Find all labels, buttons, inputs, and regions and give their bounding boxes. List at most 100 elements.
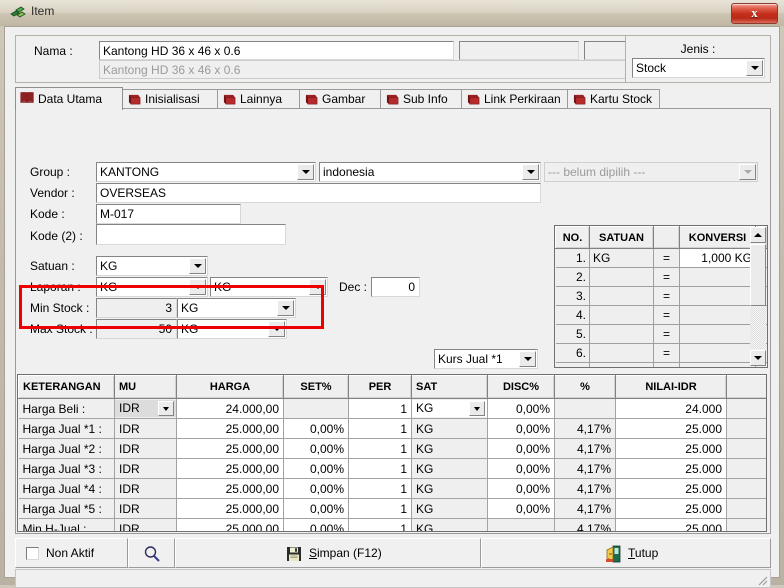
chevron-down-icon[interactable] bbox=[277, 300, 294, 316]
price-cell-mu[interactable]: IDR bbox=[114, 438, 177, 459]
price-cell-harga[interactable]: 25.000,00 bbox=[176, 458, 284, 479]
price-cell-sat[interactable]: KG bbox=[411, 478, 488, 499]
non-aktif-checkbox[interactable] bbox=[26, 547, 39, 560]
price-cell-sat[interactable]: KG bbox=[411, 458, 488, 479]
nama-input[interactable]: Kantong HD 36 x 46 x 0.6 bbox=[99, 41, 454, 60]
price-cell-disc[interactable]: 0,00% bbox=[487, 438, 555, 459]
price-cell-mu[interactable]: IDR bbox=[114, 398, 177, 419]
price-cell-disc[interactable]: 0,00% bbox=[487, 418, 555, 439]
satuan-grid-scrollbar[interactable] bbox=[750, 227, 766, 366]
tab-data-utama[interactable]: Data Utama bbox=[15, 87, 123, 110]
price-cell-disc[interactable]: 0,00% bbox=[487, 498, 555, 519]
satuan-cell-konversi[interactable] bbox=[679, 305, 756, 325]
chevron-down-icon[interactable] bbox=[297, 164, 314, 180]
price-cell-disc[interactable]: 0,00% bbox=[487, 398, 555, 419]
price-cell-set[interactable] bbox=[283, 398, 349, 419]
price-cell-harga[interactable]: 25.000,00 bbox=[176, 478, 284, 499]
table-row[interactable]: Harga Jual *1 : IDR 25.000,00 0,00% 1 KG… bbox=[18, 418, 766, 439]
nama-extra-input-1[interactable] bbox=[459, 41, 579, 60]
price-cell-harga[interactable]: 25.000,00 bbox=[176, 498, 284, 519]
simpan-button[interactable]: Simpan (F12) bbox=[175, 538, 481, 568]
satuan-cell-satuan[interactable] bbox=[589, 362, 654, 367]
price-cell-harga[interactable]: 25.000,00 bbox=[176, 518, 284, 531]
scroll-down-icon[interactable] bbox=[750, 350, 766, 366]
price-cell-set[interactable]: 0,00% bbox=[283, 438, 349, 459]
satuan-row[interactable]: 6. = bbox=[555, 343, 767, 363]
price-cell-set[interactable]: 0,00% bbox=[283, 458, 349, 479]
laporan2-select[interactable]: KG bbox=[210, 277, 328, 297]
satuan-cell-satuan[interactable] bbox=[589, 286, 654, 306]
chevron-down-icon[interactable] bbox=[746, 60, 763, 76]
tab-gambar[interactable]: Gambar bbox=[299, 89, 381, 109]
chevron-down-icon[interactable] bbox=[309, 279, 326, 295]
table-row[interactable]: Harga Jual *3 : IDR 25.000,00 0,00% 1 KG… bbox=[18, 458, 766, 479]
satuan-cell-satuan[interactable] bbox=[589, 343, 654, 363]
price-cell-per[interactable]: 1 bbox=[348, 478, 412, 499]
min-stock-unit-select[interactable]: KG bbox=[177, 298, 296, 318]
dec-input[interactable]: 0 bbox=[371, 277, 420, 297]
scrollbar-track[interactable] bbox=[750, 307, 766, 349]
group2-select[interactable]: indonesia bbox=[319, 162, 541, 182]
chevron-down-icon[interactable] bbox=[519, 351, 536, 367]
scroll-up-icon[interactable] bbox=[750, 227, 766, 243]
price-grid[interactable]: KETERANGAN MU HARGA SET% PER SAT DISC% %… bbox=[17, 374, 767, 532]
satuan-cell-satuan[interactable] bbox=[589, 324, 654, 344]
tab-link-perkiraan[interactable]: Link Perkiraan bbox=[461, 89, 568, 109]
satuan-row[interactable]: 1. KG = 1,000 KG bbox=[555, 248, 767, 268]
price-cell-disc[interactable]: 0,00% bbox=[487, 458, 555, 479]
satuan-row[interactable]: 3. = bbox=[555, 286, 767, 306]
chevron-down-icon[interactable] bbox=[469, 401, 485, 416]
kurs-jual-select[interactable]: Kurs Jual *1 bbox=[434, 349, 538, 369]
chevron-down-icon[interactable] bbox=[739, 164, 756, 180]
price-cell-per[interactable]: 1 bbox=[348, 458, 412, 479]
satuan-cell-konversi[interactable] bbox=[679, 362, 756, 367]
satuan-row[interactable] bbox=[555, 362, 767, 367]
price-cell-sat[interactable]: KG bbox=[411, 398, 488, 419]
resize-grip-icon[interactable] bbox=[754, 572, 768, 586]
chevron-down-icon[interactable] bbox=[189, 258, 206, 274]
max-stock-unit-select[interactable]: KG bbox=[177, 319, 287, 339]
kode-input[interactable]: M-017 bbox=[96, 204, 241, 224]
price-cell-harga[interactable]: 25.000,00 bbox=[176, 438, 284, 459]
tab-inisialisasi[interactable]: Inisialisasi bbox=[122, 89, 218, 109]
price-cell-disc[interactable]: 0,00% bbox=[487, 478, 555, 499]
satuan-cell-satuan[interactable] bbox=[589, 305, 654, 325]
price-cell-set[interactable]: 0,00% bbox=[283, 498, 349, 519]
chevron-down-icon[interactable] bbox=[268, 321, 285, 337]
chevron-down-icon[interactable] bbox=[158, 401, 174, 416]
table-row[interactable]: Harga Jual *5 : IDR 25.000,00 0,00% 1 KG… bbox=[18, 498, 766, 519]
window-titlebar[interactable]: Item x bbox=[0, 0, 784, 26]
price-cell-sat[interactable]: KG bbox=[411, 418, 488, 439]
price-cell-harga[interactable]: 25.000,00 bbox=[176, 418, 284, 439]
satuan-cell-konversi[interactable] bbox=[679, 343, 756, 363]
tab-lainnya[interactable]: Lainnya bbox=[217, 89, 300, 109]
kode2-input[interactable] bbox=[96, 224, 286, 245]
satuan-cell-konversi[interactable] bbox=[679, 286, 756, 306]
scrollbar-thumb[interactable] bbox=[750, 244, 766, 306]
price-cell-per[interactable]: 1 bbox=[348, 398, 412, 419]
vendor-input[interactable]: OVERSEAS bbox=[96, 183, 541, 203]
price-cell-mu[interactable]: IDR bbox=[114, 518, 177, 531]
chevron-down-icon[interactable] bbox=[189, 279, 206, 295]
price-cell-mu[interactable]: IDR bbox=[114, 498, 177, 519]
min-stock-input[interactable]: 3 bbox=[96, 298, 177, 318]
price-cell-per[interactable]: 1 bbox=[348, 418, 412, 439]
laporan-select[interactable]: KG bbox=[96, 277, 208, 297]
satuan-select[interactable]: KG bbox=[96, 256, 208, 276]
nama-alias-input[interactable]: Kantong HD 36 x 46 x 0.6 bbox=[99, 60, 638, 79]
tab-kartu-stock[interactable]: Kartu Stock bbox=[567, 89, 660, 109]
satuan-row[interactable]: 2. = bbox=[555, 267, 767, 287]
group-select[interactable]: KANTONG bbox=[96, 162, 316, 182]
price-cell-per[interactable]: 1 bbox=[348, 438, 412, 459]
satuan-konversi-grid[interactable]: NO. SATUAN KONVERSI 1. KG = 1,000 KG 2. … bbox=[554, 225, 768, 368]
satuan-row[interactable]: 5. = bbox=[555, 324, 767, 344]
non-aktif-toggle[interactable]: Non Aktif bbox=[15, 538, 128, 568]
satuan-cell-konversi[interactable] bbox=[679, 267, 756, 287]
price-cell-sat[interactable]: KG bbox=[411, 438, 488, 459]
price-cell-mu[interactable]: IDR bbox=[114, 478, 177, 499]
tutup-button[interactable]: Tutup bbox=[481, 538, 771, 568]
table-row[interactable]: Harga Beli : IDR 24.000,00 1 KG 0,00% 24… bbox=[18, 398, 766, 419]
price-cell-mu[interactable]: IDR bbox=[114, 458, 177, 479]
jenis-select[interactable]: Stock bbox=[632, 58, 765, 78]
table-row[interactable]: Harga Jual *2 : IDR 25.000,00 0,00% 1 KG… bbox=[18, 438, 766, 459]
